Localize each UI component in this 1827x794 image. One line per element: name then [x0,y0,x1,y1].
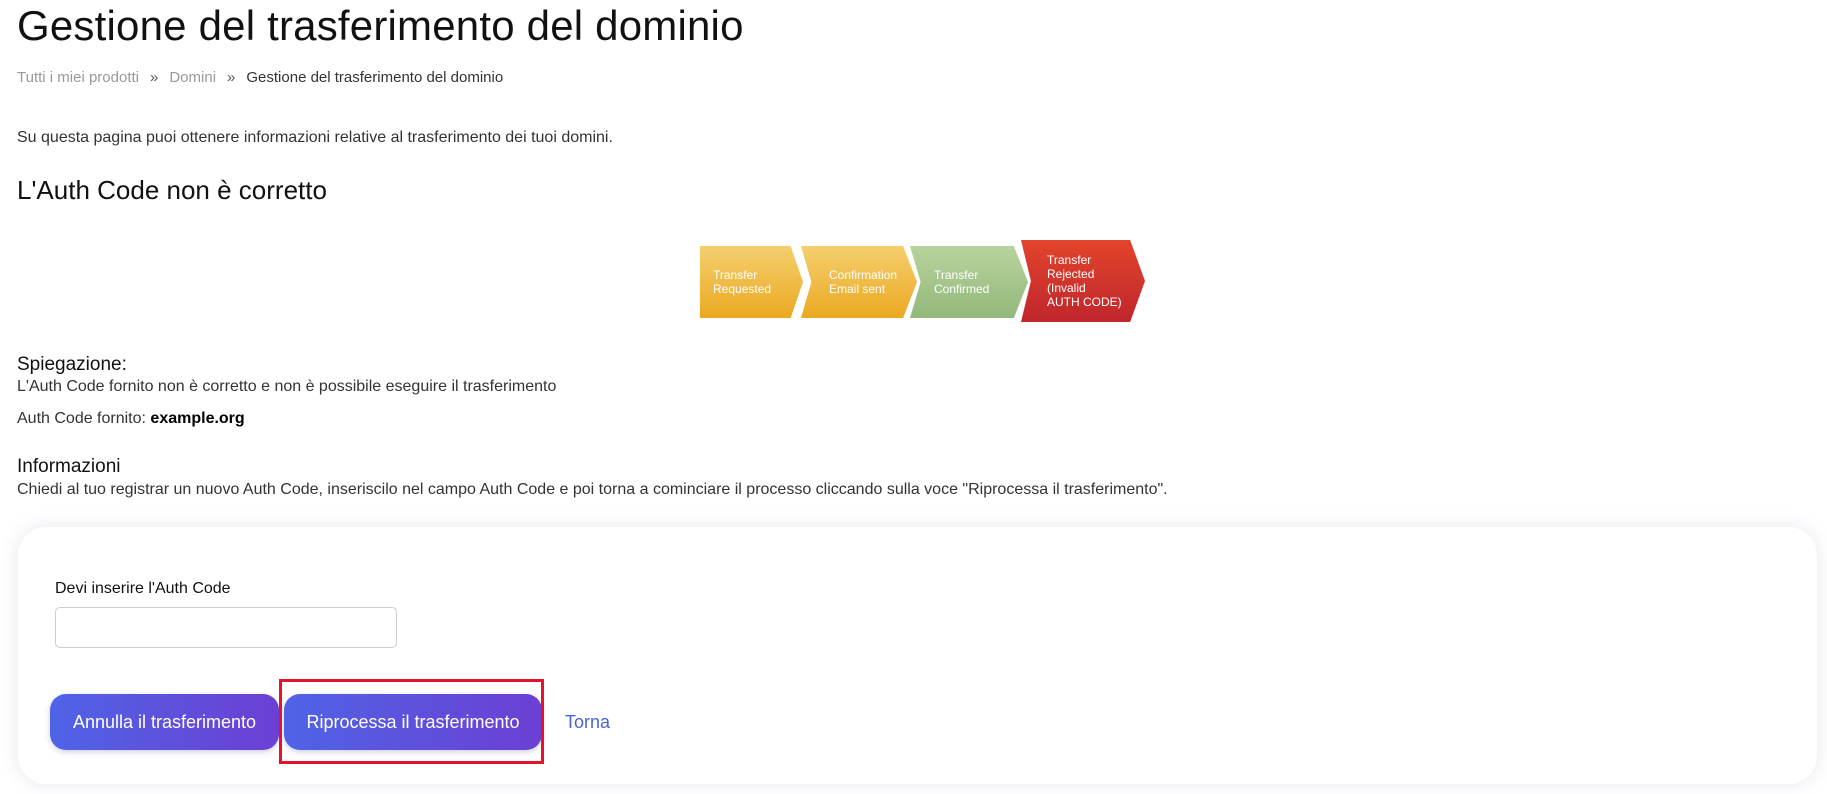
auth-code-label: Auth Code fornito: [17,410,146,427]
breadcrumb-current: Gestione del trasferimento del dominio [246,69,504,86]
cancel-transfer-button[interactable]: Annulla il trasferimento [50,694,279,750]
back-link[interactable]: Torna [565,712,610,733]
info-label: Informazioni [17,456,121,477]
step-confirmation-email-sent: Confirmation Email sent [801,246,917,318]
auth-code-value: example.org [150,410,245,427]
breadcrumb-link-products[interactable]: Tutti i miei prodotti [17,69,139,86]
intro-text: Su questa pagina puoi ottenere informazi… [17,129,613,146]
step-transfer-confirmed: Transfer Confirmed [910,246,1028,318]
explanation-text: L'Auth Code fornito non è corretto e non… [17,378,557,395]
page: Gestione del trasferimento del dominio T… [0,0,1827,794]
breadcrumb-separator: » [227,69,236,86]
page-title: Gestione del trasferimento del dominio [17,2,744,49]
step-label: Transfer Rejected (Invalid AUTH CODE) [1047,253,1122,309]
explanation-label: Spiegazione: [17,354,127,375]
step-transfer-rejected: Transfer Rejected (Invalid AUTH CODE) [1021,240,1145,322]
step-transfer-requested: Transfer Requested [700,246,803,318]
auth-code-field-label: Devi inserire l'Auth Code [55,580,231,597]
breadcrumb: Tutti i miei prodotti » Domini » Gestione de… [17,69,503,86]
step-label: Confirmation Email sent [829,268,898,296]
auth-code-input[interactable] [55,607,397,648]
highlight-box [279,679,544,764]
breadcrumb-link-domains[interactable]: Domini [169,69,216,86]
transfer-progress-steps: Transfer Requested Confirmation Email se… [700,240,1145,322]
breadcrumb-separator: » [150,69,159,86]
info-text: Chiedi al tuo registrar un nuovo Auth Co… [17,481,1168,498]
status-heading: L'Auth Code non è corretto [17,175,327,205]
auth-code-provided: Auth Code fornito: example.org [17,410,245,428]
step-label: Transfer Confirmed [934,268,990,296]
step-label: Transfer Requested [713,268,772,296]
